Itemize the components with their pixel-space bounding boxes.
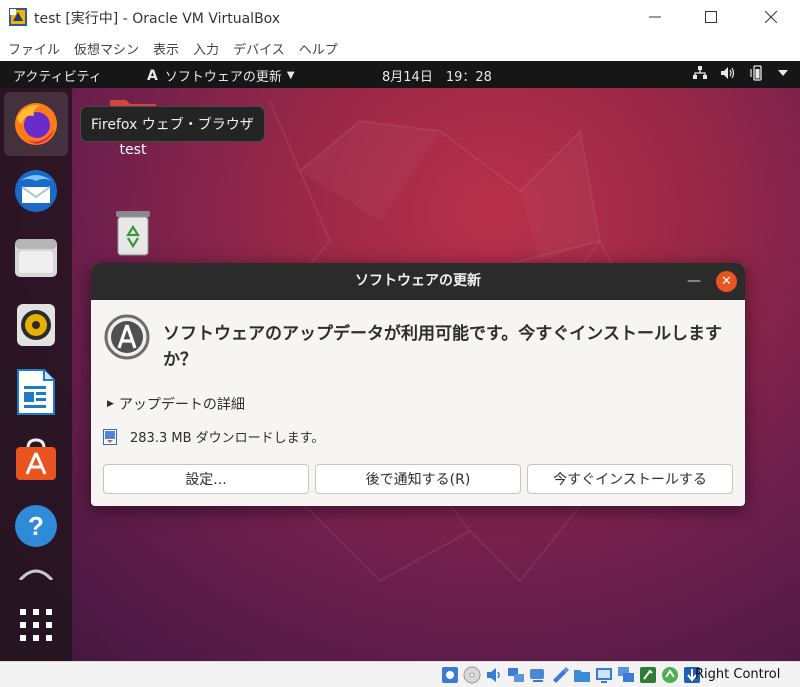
host-menubar: ファイル 仮想マシン 表示 入力 デバイス ヘルプ	[0, 36, 800, 60]
ubuntu-software-icon	[16, 438, 56, 480]
menu-view[interactable]: 表示	[153, 39, 179, 58]
menu-file[interactable]: ファイル	[8, 39, 60, 58]
power-menu-icon	[778, 70, 788, 76]
menu-input[interactable]: 入力	[193, 39, 219, 58]
files-icon	[15, 239, 57, 277]
trash-icon[interactable]	[115, 210, 151, 256]
dialog-minimize-button[interactable]: —	[687, 273, 701, 289]
settings-button[interactable]: 設定...	[103, 464, 309, 494]
optical-drive-icon[interactable]	[462, 665, 482, 685]
status-icons	[440, 665, 702, 685]
software-updater-icon	[104, 314, 150, 360]
show-apps-icon	[20, 609, 52, 641]
update-details-label: アップデートの詳細	[118, 397, 245, 413]
vm-statusbar: Right Control	[0, 661, 800, 687]
shared-folder-icon[interactable]	[550, 665, 570, 685]
maximize-button[interactable]	[686, 0, 736, 34]
dialog-heading: ソフトウェアのアップデータが利用可能です。今すぐインストールしますか？	[163, 324, 722, 370]
top-panel: アクティビティ A ソフトウェアの更新 ▼ 8月14日 19：28	[0, 61, 800, 88]
remind-later-button[interactable]: 後で通知する(R)	[315, 464, 521, 494]
dock-tooltip: Firefox ウェブ・ブラウザ	[80, 106, 265, 142]
dialog-titlebar: ソフトウェアの更新	[91, 263, 745, 300]
window-title: test [実行中] - Oracle VM VirtualBox	[34, 11, 281, 27]
dock-item-files[interactable]	[4, 226, 68, 290]
dock-item-writer[interactable]	[4, 360, 68, 424]
menu-help[interactable]: ヘルプ	[299, 39, 338, 58]
help-icon: ?	[15, 505, 57, 547]
svg-text:?: ?	[28, 511, 44, 541]
show-apps-button[interactable]	[4, 593, 68, 657]
activities-button[interactable]: アクティビティ	[13, 66, 102, 85]
keyboard-capture-icon[interactable]	[660, 665, 680, 685]
rhythmbox-icon	[17, 304, 55, 346]
window-titlebar: test [実行中] - Oracle VM VirtualBox	[0, 0, 800, 34]
install-now-button[interactable]: 今すぐインストールする	[527, 464, 733, 494]
guest-screen[interactable]: アクティビティ A ソフトウェアの更新 ▼ 8月14日 19：28 test ?…	[0, 61, 800, 661]
video-capture-icon[interactable]	[594, 665, 614, 685]
dialog-close-button[interactable]: ✕	[716, 271, 737, 292]
expander-arrow-icon: ▶	[107, 399, 114, 409]
close-icon	[765, 11, 777, 23]
download-size-text: 283.3 MB ダウンロードします。	[130, 431, 325, 446]
minimize-button[interactable]	[630, 0, 680, 34]
update-details-expander[interactable]: ▶ アップデートの詳細	[107, 394, 245, 414]
volume-icon	[721, 67, 735, 79]
dock: ?	[0, 88, 72, 661]
app-menu-label: ソフトウェアの更新	[164, 70, 282, 85]
dialog-title: ソフトウェアの更新	[355, 273, 481, 289]
firefox-icon	[15, 103, 57, 145]
software-updater-icon: A	[147, 67, 158, 84]
network-adapter-icon[interactable]	[506, 665, 526, 685]
hard-disk-icon[interactable]	[440, 665, 460, 685]
clock[interactable]: 8月14日 19：28	[382, 66, 492, 85]
menu-devices[interactable]: デバイス	[233, 39, 285, 58]
host-key-label: Right Control	[695, 667, 781, 682]
dock-item-firefox[interactable]	[4, 92, 68, 156]
dock-item-thunderbird[interactable]	[4, 159, 68, 223]
display-icon[interactable]	[572, 665, 592, 685]
thunderbird-icon	[15, 170, 57, 212]
usb-icon[interactable]	[528, 665, 548, 685]
guest-additions-icon[interactable]	[616, 665, 636, 685]
libreoffice-writer-icon	[17, 369, 55, 415]
menu-machine[interactable]: 仮想マシン	[74, 39, 139, 58]
dock-scroll-indicator	[18, 569, 54, 580]
dock-item-help[interactable]: ?	[4, 494, 68, 558]
battery-icon	[750, 65, 762, 81]
audio-icon[interactable]	[484, 665, 504, 685]
chevron-down-icon: ▼	[286, 70, 295, 81]
software-updater-dialog: ソフトウェアの更新 — ✕ ソフトウェアのアップデータが利用可能です。今すぐイン…	[91, 263, 745, 506]
network-icon	[693, 66, 707, 79]
folder-label[interactable]: test	[104, 142, 162, 158]
maximize-icon	[705, 11, 717, 23]
close-button[interactable]	[746, 0, 796, 34]
virtualbox-icon	[9, 8, 27, 26]
mouse-integration-icon[interactable]	[638, 665, 658, 685]
download-size-row: 283.3 MB ダウンロードします。	[103, 427, 324, 446]
package-icon	[103, 428, 117, 445]
dock-item-ubuntu-software[interactable]	[4, 427, 68, 491]
minimize-icon	[649, 16, 661, 18]
app-menu[interactable]: A ソフトウェアの更新 ▼	[147, 66, 295, 86]
dock-item-rhythmbox[interactable]	[4, 293, 68, 357]
system-tray[interactable]	[693, 65, 788, 81]
